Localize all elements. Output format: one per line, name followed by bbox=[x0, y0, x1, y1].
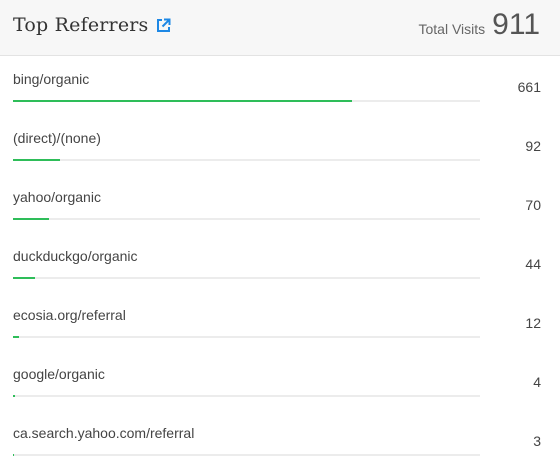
total-visits-label: Total Visits bbox=[418, 21, 486, 37]
referrer-bar-fill bbox=[13, 277, 36, 279]
referrer-row: bing/organic 661 bbox=[0, 56, 560, 115]
title-group: Top Referrers bbox=[13, 14, 171, 36]
top-referrers-widget: Top Referrers Total Visits 911 bing/orga… bbox=[0, 0, 560, 457]
referrer-list: bing/organic 661 (direct)/(none) 92 yaho… bbox=[0, 56, 560, 469]
referrer-row: ecosia.org/referral 12 bbox=[0, 292, 560, 351]
referrer-visits: 44 bbox=[525, 256, 541, 272]
referrer-row: (direct)/(none) 92 bbox=[0, 115, 560, 174]
referrer-bar-fill bbox=[13, 159, 61, 161]
widget-header: Top Referrers Total Visits 911 bbox=[0, 0, 560, 56]
referrer-label[interactable]: duckduckgo/organic bbox=[13, 248, 138, 264]
referrer-bar-fill bbox=[13, 100, 353, 102]
referrer-visits: 12 bbox=[525, 315, 541, 331]
referrer-bar-track bbox=[13, 277, 480, 279]
referrer-label[interactable]: google/organic bbox=[13, 366, 105, 382]
referrer-bar-track bbox=[13, 395, 480, 397]
referrer-visits: 4 bbox=[533, 374, 541, 390]
referrer-label[interactable]: bing/organic bbox=[13, 71, 89, 87]
total-visits: Total Visits 911 bbox=[419, 8, 541, 42]
referrer-label[interactable]: (direct)/(none) bbox=[13, 130, 101, 146]
external-link-icon[interactable] bbox=[156, 18, 171, 33]
referrer-label[interactable]: yahoo/organic bbox=[13, 189, 101, 205]
referrer-bar-fill bbox=[13, 218, 49, 220]
referrer-bar-track bbox=[13, 336, 480, 338]
referrer-visits: 661 bbox=[517, 79, 541, 95]
referrer-bar-fill bbox=[13, 395, 15, 397]
referrer-label[interactable]: ca.search.yahoo.com/referral bbox=[13, 425, 194, 441]
referrer-bar-track bbox=[13, 100, 480, 102]
referrer-bar-track bbox=[13, 159, 480, 161]
widget-title: Top Referrers bbox=[13, 14, 149, 36]
referrer-row: yahoo/organic 70 bbox=[0, 174, 560, 233]
referrer-row: ca.search.yahoo.com/referral 3 bbox=[0, 410, 560, 469]
referrer-visits: 3 bbox=[533, 433, 541, 449]
referrer-row: duckduckgo/organic 44 bbox=[0, 233, 560, 292]
total-visits-value: 911 bbox=[492, 8, 540, 41]
referrer-bar-track bbox=[13, 218, 480, 220]
referrer-bar-track bbox=[13, 454, 480, 456]
referrer-visits: 92 bbox=[525, 138, 541, 154]
referrer-bar-fill bbox=[13, 336, 20, 338]
referrer-visits: 70 bbox=[525, 197, 541, 213]
referrer-bar-fill bbox=[13, 454, 15, 456]
referrer-label[interactable]: ecosia.org/referral bbox=[13, 307, 126, 323]
referrer-row: google/organic 4 bbox=[0, 351, 560, 410]
